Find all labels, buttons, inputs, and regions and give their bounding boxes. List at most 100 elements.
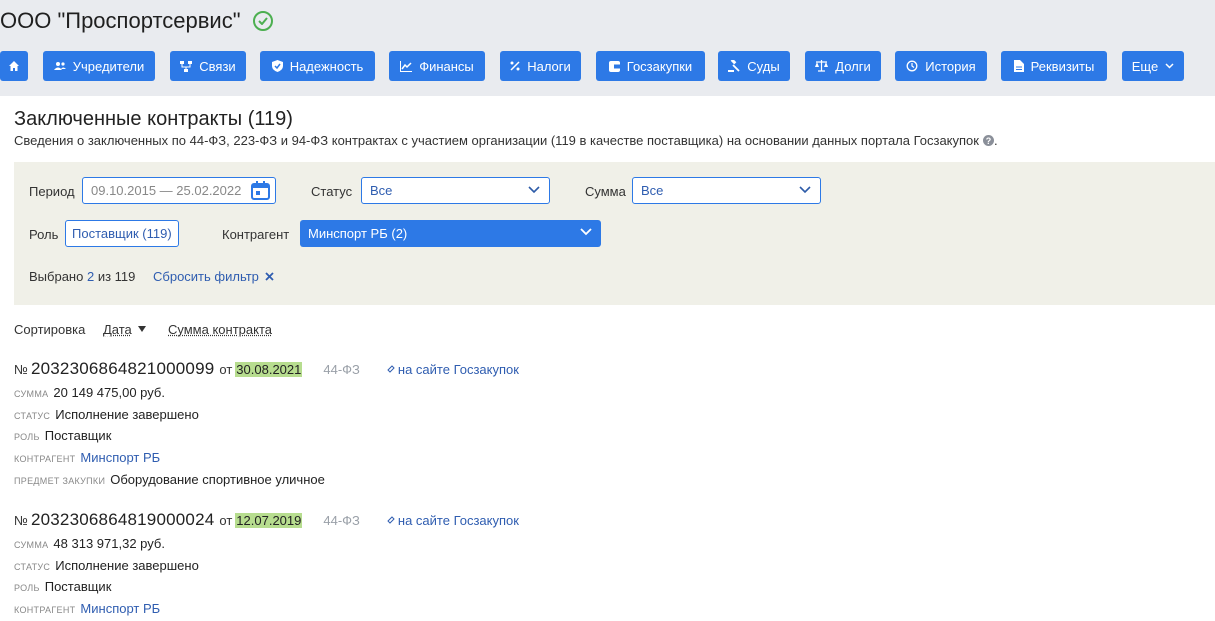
calendar-icon[interactable] bbox=[251, 181, 270, 200]
period-input[interactable]: 09.10.2015 — 25.02.2022 bbox=[82, 177, 276, 204]
contract-agent-link[interactable]: Минспорт РБ bbox=[80, 601, 160, 616]
history-icon bbox=[906, 60, 918, 72]
selected-count: Выбрано 2 из 119 bbox=[29, 269, 136, 284]
status-select[interactable]: Все bbox=[361, 177, 550, 204]
nav-requisites-button[interactable]: Реквизиты bbox=[1001, 51, 1107, 81]
contract-sum: 48 313 971,32 руб. bbox=[53, 536, 165, 551]
company-name: ООО "Проспортсервис" bbox=[0, 8, 241, 33]
period-value: 09.10.2015 — 25.02.2022 bbox=[91, 183, 242, 198]
sum-select[interactable]: Все bbox=[632, 177, 821, 204]
nav-founders-button[interactable]: Учредители bbox=[43, 51, 155, 81]
role-select[interactable]: Поставщик (119) bbox=[65, 220, 179, 247]
nav-reliability-label: Надежность bbox=[289, 58, 364, 74]
nav-finance-label: Финансы bbox=[419, 58, 474, 74]
sort-by-date[interactable]: Дата bbox=[103, 322, 132, 337]
sort-by-sum[interactable]: Сумма контракта bbox=[168, 322, 272, 337]
contract-header: № 2032306864821000099 от 30.08.2021 44-Ф… bbox=[14, 359, 519, 379]
contract-agent-link[interactable]: Минспорт РБ bbox=[80, 450, 160, 465]
home-button[interactable] bbox=[0, 51, 28, 81]
chevron-down-icon bbox=[580, 228, 592, 236]
contract-status-row: статус Исполнение завершено bbox=[14, 407, 199, 422]
section-description-text: Сведения о заключенных по 44-ФЗ, 223-ФЗ … bbox=[14, 133, 979, 148]
agent-select[interactable]: Минспорт РБ (2) bbox=[300, 220, 601, 247]
scales-icon bbox=[815, 60, 829, 72]
contract-date: 12.07.2019 bbox=[235, 513, 303, 528]
links-icon bbox=[180, 60, 193, 72]
chevron-down-icon bbox=[799, 186, 811, 194]
zakupki-link[interactable]: на сайте Госзакупок bbox=[387, 362, 519, 377]
nav-debts-label: Долги bbox=[835, 58, 871, 74]
agent-label: Контрагент bbox=[222, 227, 290, 242]
contract-agent-row: контрагент Минспорт РБ bbox=[14, 601, 161, 616]
reset-filter-label: Сбросить фильтр bbox=[153, 269, 259, 284]
percent-icon bbox=[510, 61, 520, 71]
nav-taxes-button[interactable]: Налоги bbox=[500, 51, 581, 81]
contract-status: Исполнение завершено bbox=[55, 407, 199, 422]
contract-card: № 2032306864819000024 от 12.07.2019 44-Ф… bbox=[14, 510, 914, 620]
nav-more-button[interactable]: Еще bbox=[1122, 51, 1184, 81]
company-title: ООО "Проспортсервис" bbox=[0, 8, 273, 34]
chevron-down-icon bbox=[528, 186, 540, 194]
link-icon bbox=[387, 516, 395, 524]
nav-procurement-label: Госзакупки bbox=[626, 58, 693, 74]
nav-requisites-label: Реквизиты bbox=[1030, 58, 1095, 74]
contract-sum-row: сумма 48 313 971,32 руб. bbox=[14, 536, 165, 551]
nav-reliability-button[interactable]: Надежность bbox=[260, 51, 375, 81]
verified-check-icon bbox=[252, 11, 273, 31]
role-label: Роль bbox=[29, 227, 59, 242]
period-label: Период bbox=[29, 184, 75, 199]
role-value: Поставщик (119) bbox=[72, 226, 172, 241]
contract-status: Исполнение завершено bbox=[55, 558, 199, 573]
nav-history-label: История bbox=[925, 58, 976, 74]
users-icon bbox=[53, 62, 66, 70]
nav-taxes-label: Налоги bbox=[527, 58, 571, 74]
contract-header: № 2032306864819000024 от 12.07.2019 44-Ф… bbox=[14, 510, 519, 530]
contract-role: Поставщик bbox=[44, 428, 112, 443]
agent-value: Минспорт РБ (2) bbox=[308, 226, 408, 241]
contract-agent-row: контрагент Минспорт РБ bbox=[14, 450, 161, 465]
contract-sum-row: сумма 20 149 475,00 руб. bbox=[14, 385, 165, 400]
nav-finance-button[interactable]: Финансы bbox=[389, 51, 485, 81]
nav-courts-button[interactable]: Суды bbox=[718, 51, 790, 81]
help-icon[interactable]: ? bbox=[982, 135, 994, 146]
nav-debts-button[interactable]: Долги bbox=[805, 51, 881, 81]
contract-number[interactable]: 2032306864819000024 bbox=[31, 510, 214, 530]
contract-card: № 2032306864821000099 от 30.08.2021 44-Ф… bbox=[14, 359, 914, 489]
section-description: Сведения о заключенных по 44-ФЗ, 223-ФЗ … bbox=[14, 133, 998, 148]
chart-icon bbox=[400, 60, 413, 72]
nav-procurement-button[interactable]: Госзакупки bbox=[596, 51, 705, 81]
nav-courts-label: Суды bbox=[747, 58, 780, 74]
link-icon bbox=[387, 365, 395, 373]
sort-label: Сортировка bbox=[14, 322, 86, 337]
contract-law: 44-ФЗ bbox=[323, 362, 360, 377]
nav-more-label: Еще bbox=[1131, 58, 1159, 74]
nav-links-button[interactable]: Связи bbox=[170, 51, 246, 81]
nav-links-label: Связи bbox=[199, 58, 236, 74]
contract-role-row: роль Поставщик bbox=[14, 579, 112, 594]
filter-panel: Период 09.10.2015 — 25.02.2022 Статус Вс… bbox=[14, 162, 1215, 305]
contract-subject-row: предмет закупки Оборудование спортивное … bbox=[14, 472, 325, 487]
shield-check-icon bbox=[271, 60, 283, 72]
contract-number[interactable]: 2032306864821000099 bbox=[31, 359, 214, 379]
contract-sum: 20 149 475,00 руб. bbox=[53, 385, 165, 400]
contract-role: Поставщик bbox=[44, 579, 112, 594]
wallet-icon bbox=[608, 60, 620, 72]
close-icon bbox=[264, 272, 274, 281]
contract-role-row: роль Поставщик bbox=[14, 428, 112, 443]
nav-founders-label: Учредители bbox=[72, 58, 145, 74]
reset-filter-link[interactable]: Сбросить фильтр bbox=[153, 269, 274, 284]
nav-history-button[interactable]: История bbox=[895, 51, 987, 81]
gavel-icon bbox=[728, 60, 740, 72]
contract-law: 44-ФЗ bbox=[323, 513, 360, 528]
contract-date: 30.08.2021 bbox=[235, 362, 303, 377]
zakupki-link[interactable]: на сайте Госзакупок bbox=[387, 513, 519, 528]
sum-value: Все bbox=[641, 183, 664, 198]
status-label: Статус bbox=[311, 184, 353, 199]
status-value: Все bbox=[370, 183, 393, 198]
home-icon bbox=[9, 61, 19, 71]
contract-status-row: статус Исполнение завершено bbox=[14, 558, 199, 573]
contract-subject: Оборудование спортивное уличное bbox=[110, 472, 325, 487]
sort-desc-arrow-icon bbox=[138, 326, 146, 332]
section-title: Заключенные контракты (119) bbox=[14, 108, 293, 130]
sum-label: Сумма bbox=[585, 184, 626, 199]
